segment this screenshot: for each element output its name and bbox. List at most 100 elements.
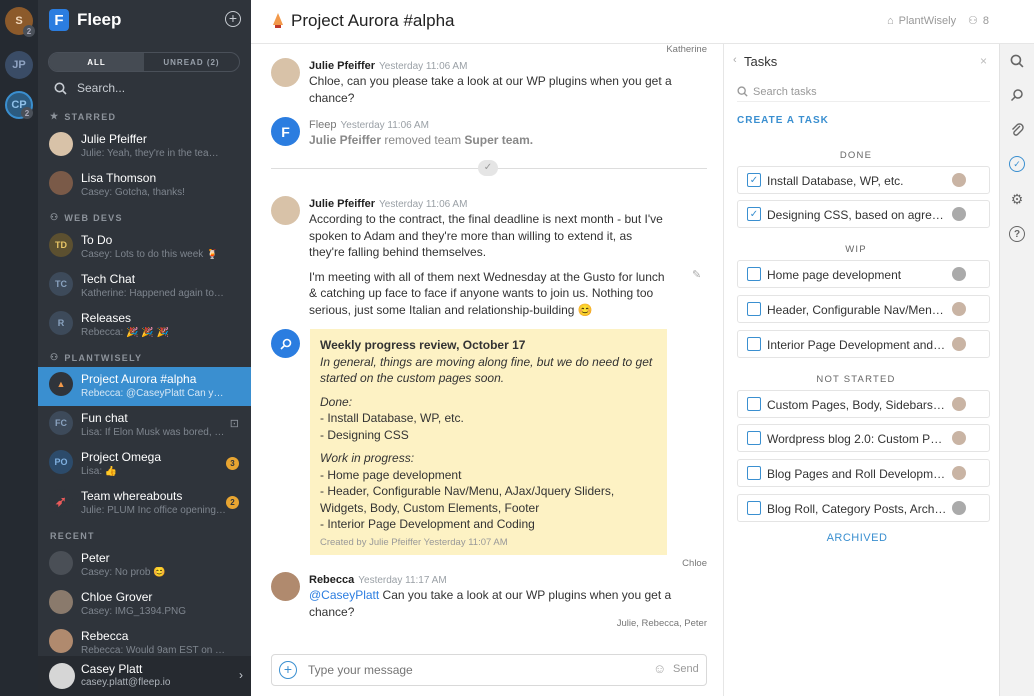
message-input[interactable] [308, 661, 638, 679]
checkbox[interactable] [747, 267, 761, 281]
workspace-badge: 2 [21, 107, 33, 119]
emoji-icon[interactable]: ☺ [653, 661, 666, 676]
checkbox[interactable] [747, 397, 761, 411]
message: Julie Pfeiffer Yesterday 11:06 AM Chloe, … [271, 58, 711, 108]
new-conversation-icon[interactable]: + [225, 11, 241, 27]
conversation-item[interactable]: FC Fun chat Lisa: If Elon Musk was bored… [38, 406, 251, 445]
filter-tabs: ALL UNREAD (2) [48, 52, 240, 72]
assignee-avatar [952, 397, 966, 411]
avatar [271, 196, 300, 225]
assignee-avatar [952, 207, 966, 221]
message: Julie Pfeiffer Yesterday 11:06 AM Accordi… [271, 196, 711, 321]
avatar [49, 551, 73, 575]
fleep-logo-icon: F [271, 117, 300, 146]
task-item[interactable]: Blog Pages and Roll Development... [737, 459, 990, 487]
close-icon[interactable]: × [980, 54, 987, 68]
conversation-item[interactable]: TC Tech Chat Katherine: Happened again t… [38, 267, 251, 306]
tasks-panel: ‹ Tasks × Search tasks CREATE A TASK DON… [725, 44, 999, 696]
system-message: F Fleep Yesterday 11:06 AM Julie Pfeiffer… [271, 117, 711, 151]
avatar [49, 629, 73, 653]
rocket-avatar-icon: ▲ [49, 372, 73, 396]
task-item[interactable]: ✓ Designing CSS, based on agreed t... [737, 200, 990, 228]
workspace-s[interactable]: S2 [5, 7, 35, 37]
right-tool-rail: ✓ ⚙ ? [999, 44, 1034, 696]
pinned-message[interactable]: Weekly progress review, October 17 In ge… [310, 329, 667, 555]
task-search[interactable]: Search tasks [737, 82, 990, 102]
task-item[interactable]: Header, Configurable Nav/Menu, ... [737, 295, 990, 323]
task-item[interactable]: Interior Page Development and C... [737, 330, 990, 358]
chevron-left-icon[interactable]: ‹ [733, 54, 737, 66]
edit-icon[interactable]: ✎ [692, 268, 701, 281]
checkbox-checked[interactable]: ✓ [747, 173, 761, 187]
create-task-button[interactable]: CREATE A TASK [737, 115, 829, 126]
workspace-jp[interactable]: JP [5, 51, 33, 79]
members-icon: ⚇ [968, 15, 978, 27]
checkbox[interactable] [747, 501, 761, 515]
checkbox[interactable] [747, 431, 761, 445]
checkbox[interactable] [747, 302, 761, 316]
attach-plus-icon[interactable]: + [279, 661, 297, 679]
fleep-logo-icon: F [49, 9, 69, 31]
settings-gear-icon[interactable]: ⚙ [1008, 190, 1026, 208]
section-starred: ★ STARRED [50, 111, 117, 122]
avatar: R [49, 311, 73, 335]
conversation-item[interactable]: Chloe Grover Casey: IMG_1394.PNG [38, 585, 251, 624]
team-tag[interactable]: ⌂ PlantWisely [887, 15, 956, 27]
conversation-item[interactable]: Peter Casey: No prob 😊 [38, 546, 251, 585]
panel-title: Tasks [744, 54, 778, 69]
search-icon[interactable] [1008, 52, 1026, 70]
section-recent: RECENT [50, 531, 95, 541]
conversation-header: Project Aurora #alpha ⌂ PlantWisely ⚇ 8 [251, 0, 1034, 44]
section-not-started: NOT STARTED [816, 374, 896, 385]
conversation-item-active[interactable]: ▲ Project Aurora #alpha Rebecca: @CaseyP… [38, 367, 251, 406]
tab-all[interactable]: ALL [49, 53, 144, 71]
send-button[interactable]: Send [673, 663, 699, 675]
search-icon [54, 82, 67, 95]
workspace-badge: 2 [23, 25, 35, 37]
avatar [271, 572, 300, 601]
rocket-avatar-icon: ➶ [49, 489, 73, 513]
archived-link[interactable]: ARCHIVED [725, 532, 989, 544]
conversation-item[interactable]: TD To Do Casey: Lots to do this week 🍹 [38, 228, 251, 267]
current-user[interactable]: Casey Platt casey.platt@fleep.io › [38, 656, 251, 696]
section-web-devs: ⚇ WEB DEVS [50, 212, 123, 223]
task-item[interactable]: Home page development [737, 260, 990, 288]
message: Rebecca Yesterday 11:17 AM @CaseyPlatt Ca… [271, 572, 711, 622]
task-item[interactable]: ✓ Install Database, WP, etc. [737, 166, 990, 194]
unread-badge: 3 [226, 457, 239, 470]
avatar: TC [49, 272, 73, 296]
conversation-item[interactable]: ➶ Team whereabouts Julie: PLUM Inc offic… [38, 484, 251, 523]
section-wip: WIP [845, 244, 867, 255]
conversation-item[interactable]: Lisa Thomson Casey: Gotcha, thanks! [38, 166, 251, 205]
tasks-icon[interactable]: ✓ [1009, 156, 1025, 172]
conversation-item[interactable]: PO Project Omega Lisa: 👍 3 [38, 445, 251, 484]
message-text: According to the contract, the final dea… [309, 212, 663, 259]
members-button[interactable]: ⚇ 8 [968, 14, 989, 28]
pin-title: Weekly progress review, October 17 [320, 338, 526, 352]
checkbox[interactable] [747, 337, 761, 351]
team-icon: ⚇ [50, 352, 60, 362]
checkmark-icon: ✓ [478, 160, 498, 176]
avatar: FC [49, 411, 73, 435]
conversation-title[interactable]: Project Aurora #alpha [291, 11, 455, 31]
assignee-avatar [952, 302, 966, 316]
tab-unread[interactable]: UNREAD (2) [144, 53, 239, 71]
help-icon[interactable]: ? [1009, 226, 1025, 242]
pinned-search-icon[interactable] [1008, 86, 1026, 104]
task-item[interactable]: Wordpress blog 2.0: Custom Page... [737, 424, 990, 452]
assignee-avatar [952, 267, 966, 281]
checkbox[interactable] [747, 466, 761, 480]
attachment-icon[interactable] [1008, 121, 1026, 139]
conversation-item[interactable]: Julie Pfeiffer Julie: Yeah, they're in t… [38, 127, 251, 166]
chevron-right-icon[interactable]: › [239, 668, 243, 682]
task-item[interactable]: Blog Roll, Category Posts, Archive... [737, 494, 990, 522]
conversation-item[interactable]: R Releases Rebecca: 🎉 🎉 🎉 [38, 306, 251, 345]
workspace-cp[interactable]: CP 2 [5, 91, 33, 119]
message-composer: + ☺ Send [271, 654, 707, 686]
mention-link[interactable]: @CaseyPlatt [309, 588, 379, 602]
star-icon: ★ [50, 111, 60, 121]
checkbox-checked[interactable]: ✓ [747, 207, 761, 221]
sidebar-search[interactable]: Search... [54, 81, 125, 95]
muted-icon: ⊡ [229, 418, 239, 430]
task-item[interactable]: Custom Pages, Body, Sidebars, Wi... [737, 390, 990, 418]
